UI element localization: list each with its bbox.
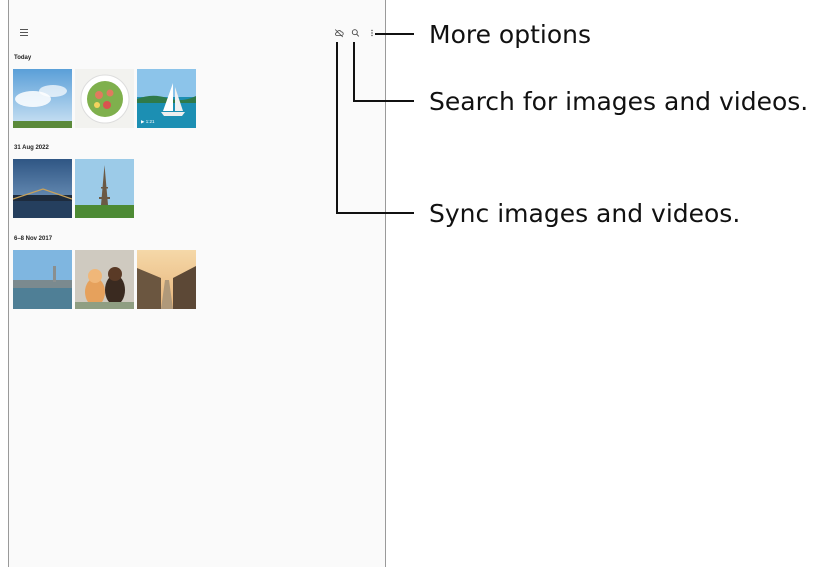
callout-leader-lines	[336, 33, 414, 214]
callout-search: Search for images and videos.	[429, 87, 809, 116]
callout-more-options: More options	[429, 20, 591, 49]
callout-sync: Sync images and videos.	[429, 199, 741, 228]
